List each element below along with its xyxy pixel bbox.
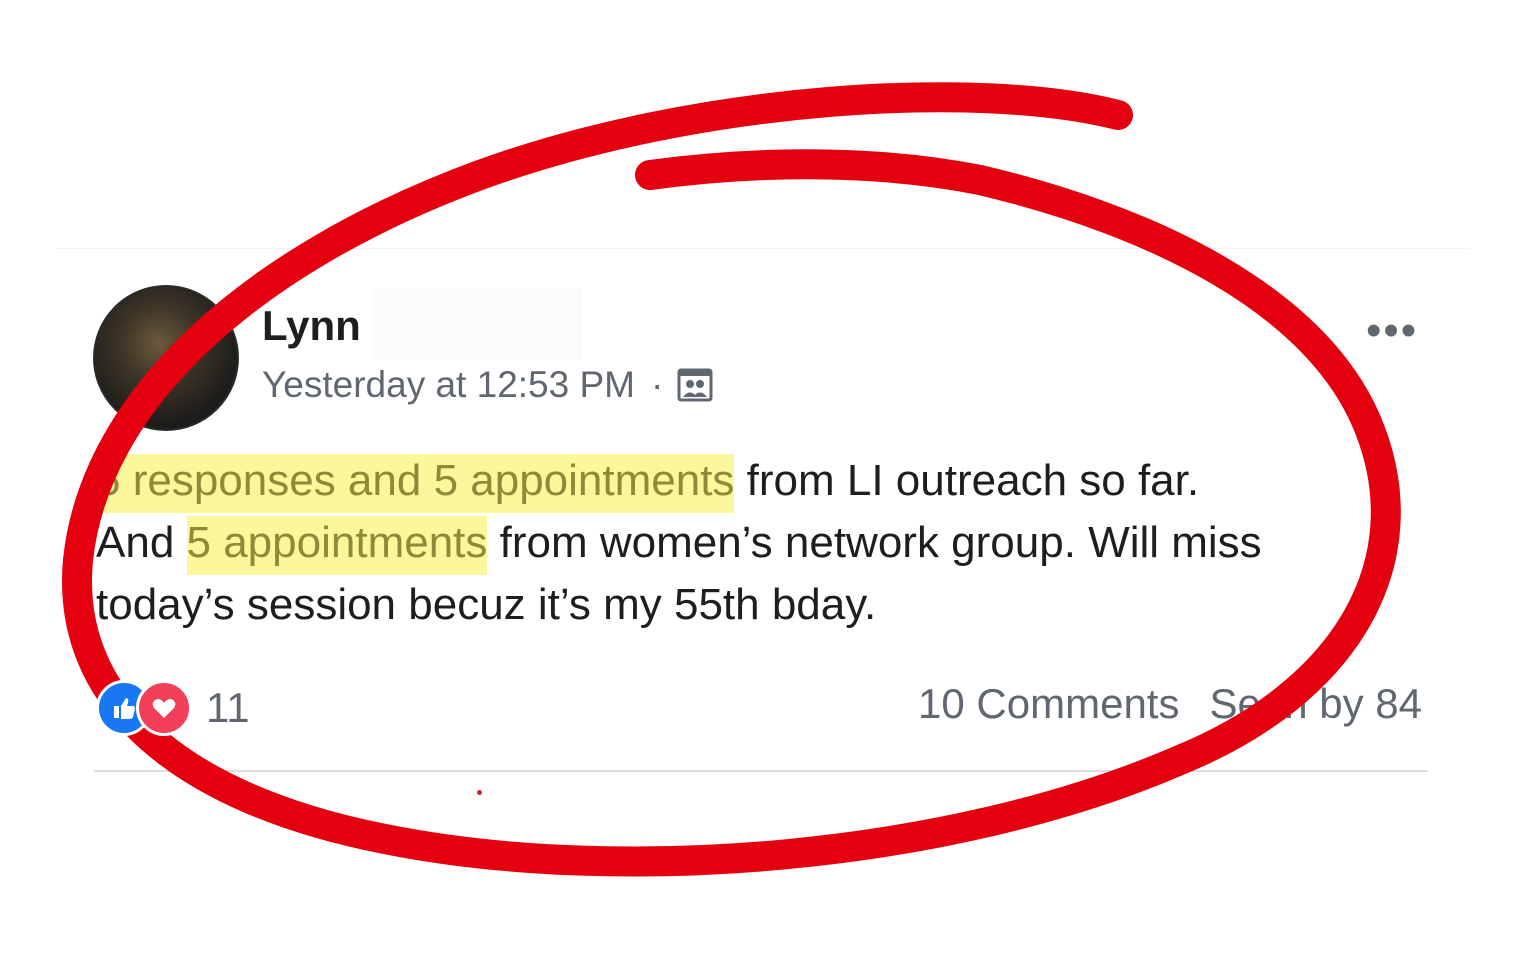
- highlighted-text-responses: 5 responses and 5 appointments: [96, 454, 735, 513]
- group-post: Lynn Yesterday at 12:53 PM · ••• 5 respo…: [0, 0, 1526, 962]
- love-icon: [136, 680, 192, 736]
- more-options-button[interactable]: •••: [1366, 309, 1418, 353]
- highlighted-text-appointments: 5 appointments: [186, 516, 488, 575]
- author-avatar[interactable]: [93, 285, 239, 431]
- name-redaction: [372, 288, 582, 360]
- post-text-line1: from LI outreach so far.: [734, 456, 1200, 505]
- seen-by-link[interactable]: Seen by 84: [1209, 680, 1422, 727]
- comments-link[interactable]: 10 Comments: [918, 680, 1179, 727]
- post-meta: Yesterday at 12:53 PM ·: [262, 364, 713, 406]
- post-body: 5 responses and 5 appointments from LI o…: [96, 450, 1436, 636]
- post-timestamp[interactable]: Yesterday at 12:53 PM: [262, 364, 635, 406]
- post-text-line3: today’s session becuz it’s my 55th bday.: [96, 580, 877, 629]
- author-name[interactable]: Lynn: [262, 302, 361, 350]
- bottom-divider: [94, 770, 1428, 772]
- reactions-summary[interactable]: 11: [96, 680, 250, 736]
- post-stats: 10 Comments Seen by 84: [918, 680, 1422, 728]
- post-text-line2: from women’s network group. Will miss: [487, 518, 1262, 567]
- screenshot-canvas: Lynn Yesterday at 12:53 PM · ••• 5 respo…: [0, 0, 1526, 962]
- red-dot-mark: [477, 790, 482, 795]
- group-icon: [677, 367, 713, 403]
- post-text-line2-start: And: [96, 518, 187, 567]
- reaction-count: 11: [206, 684, 250, 731]
- meta-separator: ·: [650, 364, 664, 405]
